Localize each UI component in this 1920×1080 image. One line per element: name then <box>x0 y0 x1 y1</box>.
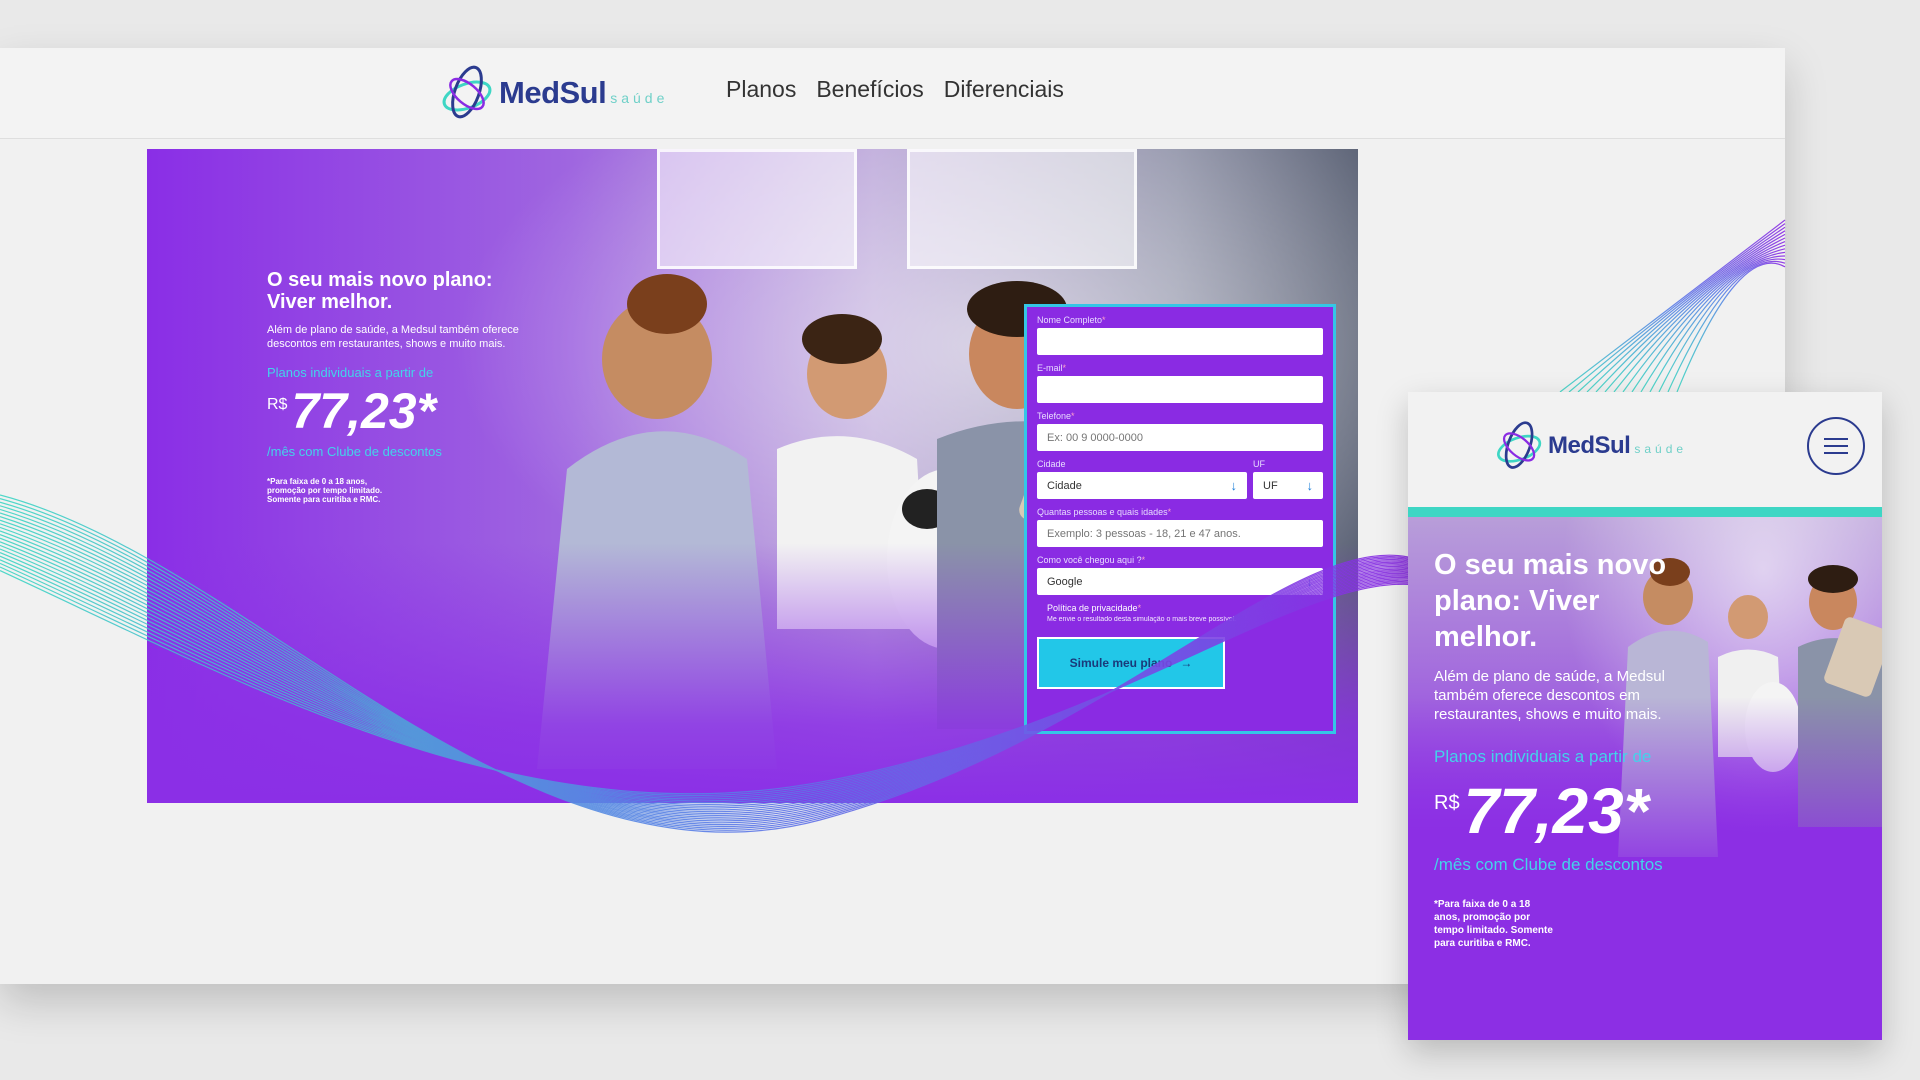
simulate-button-label: Simule meu plano <box>1069 656 1173 670</box>
city-uf-row: Cidade Cidade ↓ UF UF ↓ <box>1037 459 1323 507</box>
mobile-hero-per-month: /mês com Clube de descontos <box>1434 855 1663 874</box>
simulate-button[interactable]: Simule meu plano → <box>1037 637 1225 689</box>
phone-label: Telefone* <box>1037 411 1075 421</box>
chevron-down-icon: ↓ <box>1306 574 1314 589</box>
hero-title-line1: O seu mais novo plano: <box>267 269 493 291</box>
source-select-value: Google <box>1047 575 1083 588</box>
hero-from-text: Planos individuais a partir de <box>267 365 434 380</box>
desktop-navbar: MedSul saúde Planos Benefícios Diferenci… <box>0 48 1785 139</box>
people-field[interactable] <box>1037 520 1323 547</box>
hero-per-month: /mês com Clube de descontos <box>267 444 442 459</box>
mobile-price-value: 77,23* <box>1463 775 1649 847</box>
nav-links: Planos Benefícios Diferenciais <box>726 76 1064 103</box>
mobile-navbar: MedSul saúde <box>1408 392 1882 507</box>
mobile-brand-logo[interactable]: MedSul saúde <box>1492 418 1687 474</box>
uf-label: UF <box>1253 459 1265 469</box>
source-label: Como você chegou aqui ?* <box>1037 555 1146 565</box>
name-field[interactable] <box>1037 328 1323 355</box>
hero-description: Além de plano de saúde, a Medsul também … <box>267 324 519 350</box>
city-group: Cidade Cidade ↓ <box>1037 459 1247 507</box>
privacy-text: Me envie o resultado desta simulação o m… <box>1047 616 1237 623</box>
chevron-down-icon: ↓ <box>1306 478 1314 493</box>
hero-copy: O seu mais novo plano: Viver melhor. Alé… <box>267 269 537 504</box>
price: R$ 77,23* <box>267 384 537 438</box>
city-select-value: Cidade <box>1047 479 1082 492</box>
mobile-hero-footnote: *Para faixa de 0 a 18 anos, promoção por… <box>1434 899 1553 949</box>
mobile-hero-description: Além de plano de saúde, a Medsul também … <box>1434 668 1665 723</box>
price-value: 77,23* <box>291 383 437 439</box>
city-label: Cidade <box>1037 459 1066 469</box>
privacy-link[interactable]: Política de privacidade* <box>1047 603 1323 613</box>
nav-link-diferenciais[interactable]: Diferenciais <box>944 76 1064 103</box>
mobile-hero-copy: O seu mais novo plano: Viver melhor. Alé… <box>1434 547 1674 950</box>
source-select[interactable]: Google ↓ <box>1037 568 1323 595</box>
email-field[interactable] <box>1037 376 1323 403</box>
mobile-mockup: MedSul saúde O seu mais novo plano: Vive… <box>1408 392 1882 1040</box>
brand-sub: saúde <box>1634 442 1688 456</box>
brand-name: MedSul <box>499 75 607 110</box>
uf-group: UF UF ↓ <box>1253 459 1323 507</box>
nav-link-beneficios[interactable]: Benefícios <box>816 76 923 103</box>
uf-select-value: UF <box>1263 479 1278 492</box>
email-label: E-mail* <box>1037 363 1067 373</box>
mobile-hero-from-text: Planos individuais a partir de <box>1434 747 1652 766</box>
brand-logo[interactable]: MedSul saúde <box>437 62 668 124</box>
mobile-accent-stripe <box>1408 507 1882 517</box>
mobile-price: R$ 77,23* <box>1434 776 1674 846</box>
hero-footnote: *Para faixa de 0 a 18 anos, promoção por… <box>267 477 383 504</box>
medsul-logo-icon <box>442 65 492 119</box>
arrow-right-icon: → <box>1180 656 1193 670</box>
mobile-hero-title: O seu mais novo plano: Viver melhor. <box>1434 549 1667 653</box>
hamburger-menu-icon[interactable] <box>1807 417 1865 475</box>
price-currency: R$ <box>267 396 288 413</box>
name-label: Nome Completo* <box>1037 315 1106 325</box>
simulation-form: Nome Completo* E-mail* Telefone* Cidade … <box>1024 304 1336 734</box>
brand-sub: saúde <box>610 90 669 106</box>
medsul-logo-icon <box>1497 421 1542 469</box>
brand-name: MedSul <box>1548 432 1631 459</box>
chevron-down-icon: ↓ <box>1230 478 1238 493</box>
mobile-price-currency: R$ <box>1434 792 1460 814</box>
uf-select[interactable]: UF ↓ <box>1253 472 1323 499</box>
hero-title-line2: Viver melhor. <box>267 291 393 313</box>
hero-title: O seu mais novo plano: Viver melhor. <box>267 269 537 313</box>
city-select[interactable]: Cidade ↓ <box>1037 472 1247 499</box>
nav-link-planos[interactable]: Planos <box>726 76 796 103</box>
phone-field[interactable] <box>1037 424 1323 451</box>
people-label: Quantas pessoas e quais idades* <box>1037 507 1172 517</box>
privacy-block: Política de privacidade* Me envie o resu… <box>1047 603 1323 623</box>
